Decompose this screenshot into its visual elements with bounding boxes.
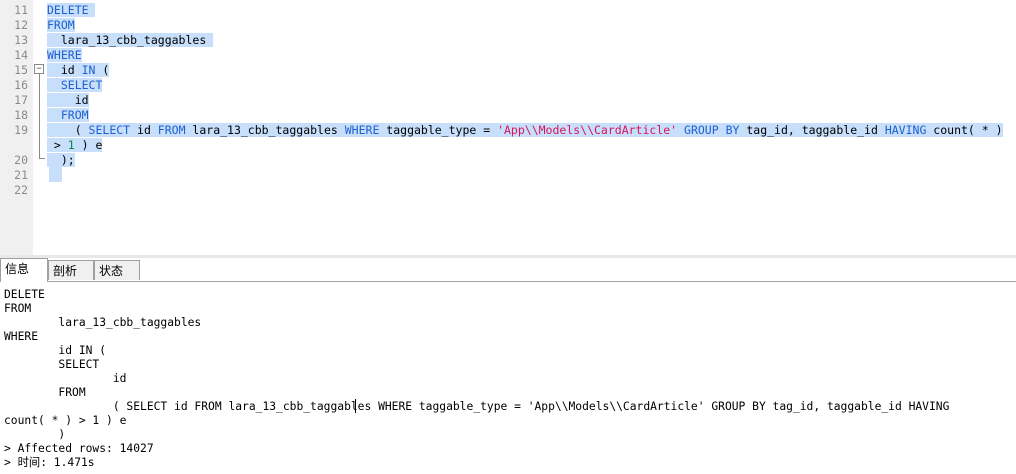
code-line: FROM xyxy=(47,108,89,123)
code-token: HAVING xyxy=(884,123,927,137)
selected-text: WHERE xyxy=(47,48,82,62)
output-line: ) xyxy=(4,428,66,441)
code-line: SELECT xyxy=(47,78,103,93)
selected-text: FROM xyxy=(47,18,75,32)
sql-editor[interactable]: 11 12 13 14 15 16 17 18 19 20 21 22 − DELETE FROM l… xyxy=(0,0,1016,255)
text-caret xyxy=(355,399,356,413)
output-line: WHERE xyxy=(4,330,39,343)
code-line: WHERE xyxy=(47,48,82,63)
line-number: 14 xyxy=(14,48,28,62)
line-number-gutter: 11 12 13 14 15 16 17 18 19 20 21 22 xyxy=(0,0,33,255)
code-token: 1 xyxy=(67,138,75,152)
code-line: lara_13_cbb_taggables xyxy=(47,33,214,48)
line-number: 19 xyxy=(14,123,28,137)
code-token: count( * ) xyxy=(926,123,1003,137)
code-token: id xyxy=(47,93,89,107)
code-token: WHERE xyxy=(344,123,380,137)
code-token: SELECT xyxy=(60,78,103,92)
code-token: GROUP BY xyxy=(684,123,740,137)
code-token: WHERE xyxy=(47,48,82,62)
code-line: id IN ( xyxy=(47,63,110,78)
output-line: FROM xyxy=(4,302,32,315)
fold-toggle-icon[interactable]: − xyxy=(34,64,44,74)
code-token: IN xyxy=(81,63,96,77)
code-token: ( xyxy=(47,123,89,137)
code-token: SELECT xyxy=(88,123,131,137)
selected-text: > 1 ) e xyxy=(47,138,103,152)
output-line: DELETE xyxy=(4,288,45,301)
line-number: 17 xyxy=(14,93,28,107)
line-number: 22 xyxy=(14,183,28,197)
selected-text: id xyxy=(47,93,89,107)
selection-highlight xyxy=(49,167,62,182)
output-line: lara_13_cbb_taggables xyxy=(4,316,202,329)
tab-info[interactable]: 信息 xyxy=(0,258,48,282)
code-token: lara_13_cbb_taggables xyxy=(185,123,345,137)
code-token: lara_13_cbb_taggables xyxy=(47,33,214,47)
code-token: > xyxy=(47,138,68,152)
output-line: id IN ( xyxy=(4,344,107,357)
code-line: > 1 ) e xyxy=(47,138,103,153)
code-token: FROM xyxy=(157,123,186,137)
selected-text: FROM xyxy=(47,108,89,122)
line-number: 13 xyxy=(14,33,28,47)
code-token: DELETE xyxy=(47,3,89,17)
output-line: SELECT xyxy=(4,358,100,371)
selected-text: DELETE xyxy=(47,3,96,17)
fold-guide-end xyxy=(39,158,45,159)
output-line: FROM xyxy=(4,386,86,399)
output-line: > 时间: 1.471s xyxy=(4,456,95,469)
result-tab-bar: 信息 剖析 状态 xyxy=(0,258,1016,282)
line-number: 15 xyxy=(14,63,28,77)
code-token: tag_id, taggable_id xyxy=(739,123,885,137)
output-line: count( * ) > 1 ) e xyxy=(4,414,127,427)
line-number: 12 xyxy=(14,18,28,32)
code-token: FROM xyxy=(47,18,75,32)
code-token: 'App\\Models\\CardArticle' xyxy=(497,123,678,137)
code-line: id xyxy=(47,93,89,108)
code-token: ); xyxy=(47,153,75,167)
code-token: ( xyxy=(95,63,110,77)
code-line: ( SELECT id FROM lara_13_cbb_taggables W… xyxy=(47,123,1003,138)
line-number: 21 xyxy=(14,168,28,182)
output-line: > Affected rows: 14027 xyxy=(4,442,154,455)
code-line: DELETE xyxy=(47,3,96,18)
line-number: 16 xyxy=(14,78,28,92)
code-token: ) e xyxy=(74,138,103,152)
selected-text: ); xyxy=(47,153,75,167)
code-token: id xyxy=(47,63,82,77)
selected-text: lara_13_cbb_taggables xyxy=(47,33,214,47)
output-line: ( SELECT id FROM lara_13_cbb_taggables W… xyxy=(4,400,950,413)
code-line: FROM xyxy=(47,18,75,33)
line-number: 18 xyxy=(14,108,28,122)
code-line: ); xyxy=(47,153,75,168)
message-output-panel[interactable]: DELETE FROM lara_13_cbb_taggables WHERE id… xyxy=(0,282,1016,474)
fold-guide-line xyxy=(39,74,40,158)
selected-text: id IN ( xyxy=(47,63,110,77)
code-token: id xyxy=(130,123,158,137)
output-line: id xyxy=(4,372,127,385)
selected-text: ( SELECT id FROM lara_13_cbb_taggables W… xyxy=(47,123,1003,137)
tab-status[interactable]: 状态 xyxy=(94,260,140,280)
tab-profile[interactable]: 剖析 xyxy=(48,260,94,280)
line-number: 11 xyxy=(14,3,28,17)
line-number: 20 xyxy=(14,153,28,167)
code-token: taggable_type = xyxy=(379,123,498,137)
code-token: FROM xyxy=(60,108,89,122)
selected-text: SELECT xyxy=(47,78,103,92)
